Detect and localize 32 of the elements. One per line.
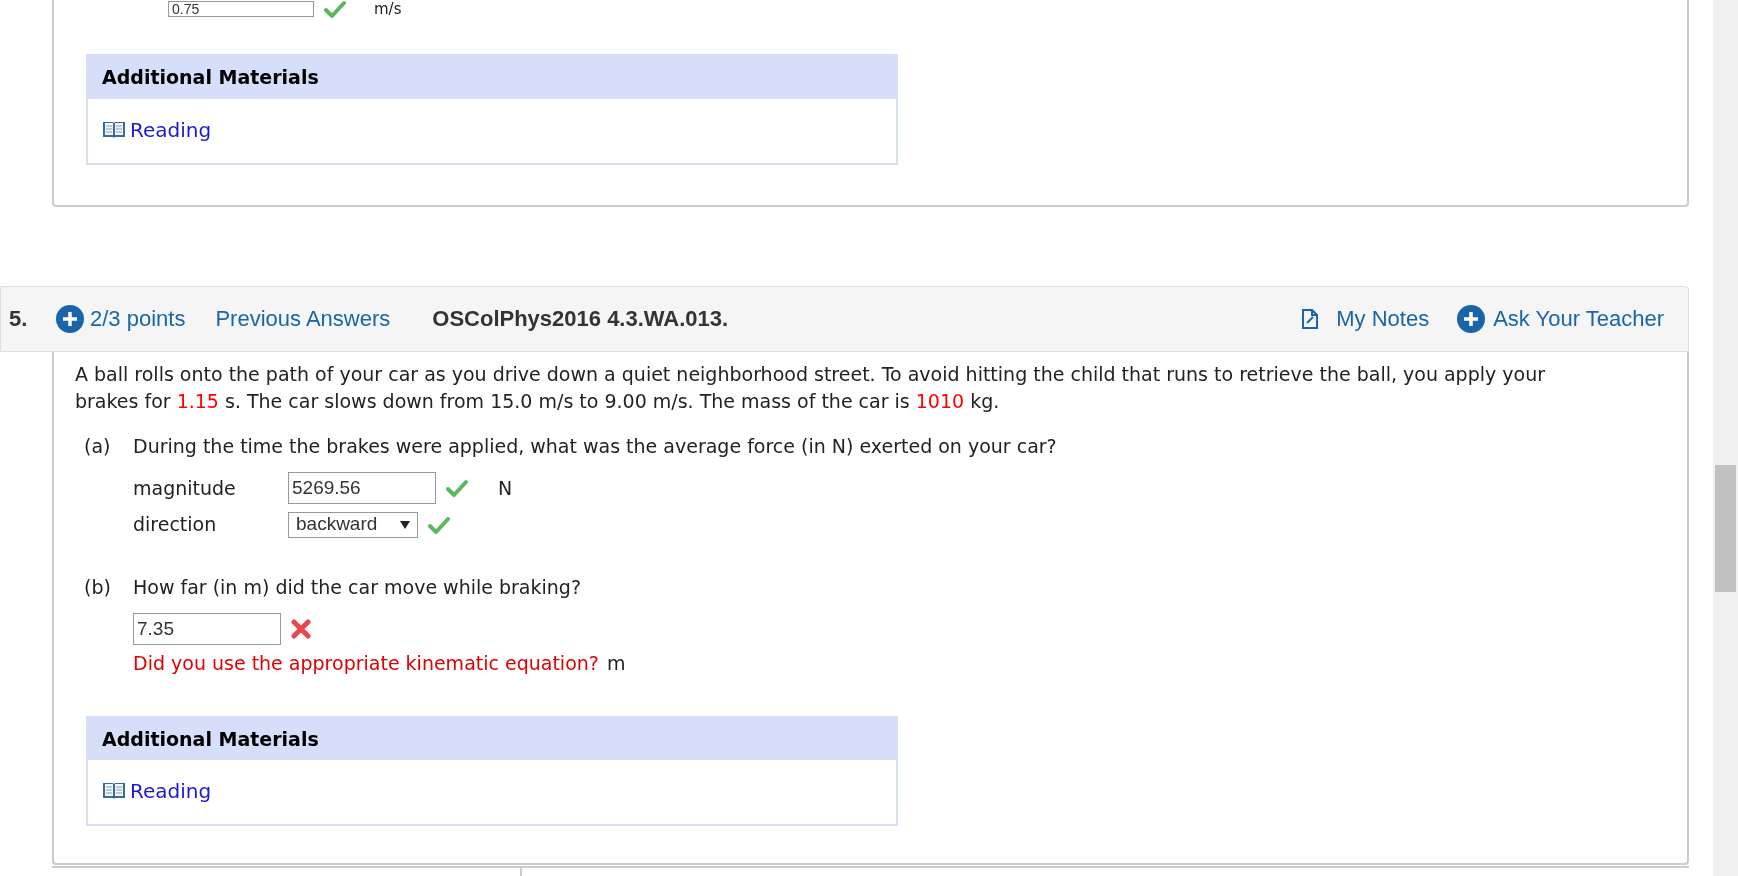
answer-field[interactable]: 7.35 xyxy=(133,613,281,646)
previous-answers-link[interactable]: Previous Answers xyxy=(215,302,391,336)
answer-field[interactable]: 0.75 xyxy=(168,1,314,17)
field-label: direction xyxy=(133,512,218,538)
points-link[interactable]: 2/3 points xyxy=(90,302,186,336)
unit-label: m/s xyxy=(374,1,402,17)
plus-circle-icon[interactable] xyxy=(56,304,84,333)
plus-circle-icon[interactable] xyxy=(1457,304,1486,333)
part-question: How far (in m) did the car move while braking? xyxy=(133,574,582,600)
note-icon xyxy=(1300,307,1321,330)
feedback-text: Did you use the appropriate kinematic equation? xyxy=(133,651,599,677)
question-text: A ball rolls onto the path of your car as you drive down a quiet neighborhood street. To avoid hitting the child that runs to retrieve the ball, you apply your brakes for 1.15 s. The car slows down from 15.0 m/s to 9.00 m/s. The mass of the car is 1010 kg. xyxy=(75,361,1547,414)
question-code: OSColPhys2016 4.3.WA.013. xyxy=(432,305,729,334)
part-label: (b) xyxy=(84,574,112,600)
field-label: magnitude xyxy=(133,476,237,502)
panel-title: Additional Materials xyxy=(102,66,319,88)
part-label: (a) xyxy=(84,433,112,459)
reading-link[interactable]: Reading xyxy=(130,114,212,145)
answer-field[interactable]: 5269.56 xyxy=(288,472,436,505)
unit-label: m xyxy=(606,651,626,677)
reading-link[interactable]: Reading xyxy=(130,776,212,807)
book-icon xyxy=(102,119,126,140)
book-icon xyxy=(102,781,126,802)
my-notes-link[interactable]: My Notes xyxy=(1336,302,1430,336)
ask-teacher-link[interactable]: Ask Your Teacher xyxy=(1493,302,1664,336)
scrollbar-thumb[interactable] xyxy=(1715,465,1736,592)
dropdown-caret-icon xyxy=(400,520,410,529)
direction-select[interactable]: backward xyxy=(288,511,418,538)
unit-label: N xyxy=(498,476,513,502)
part-question: During the time the brakes were applied, what was the average force (in N) exerted on your car? xyxy=(133,433,1057,459)
question-number: 5. xyxy=(9,305,29,334)
panel-title: Additional Materials xyxy=(102,727,319,750)
